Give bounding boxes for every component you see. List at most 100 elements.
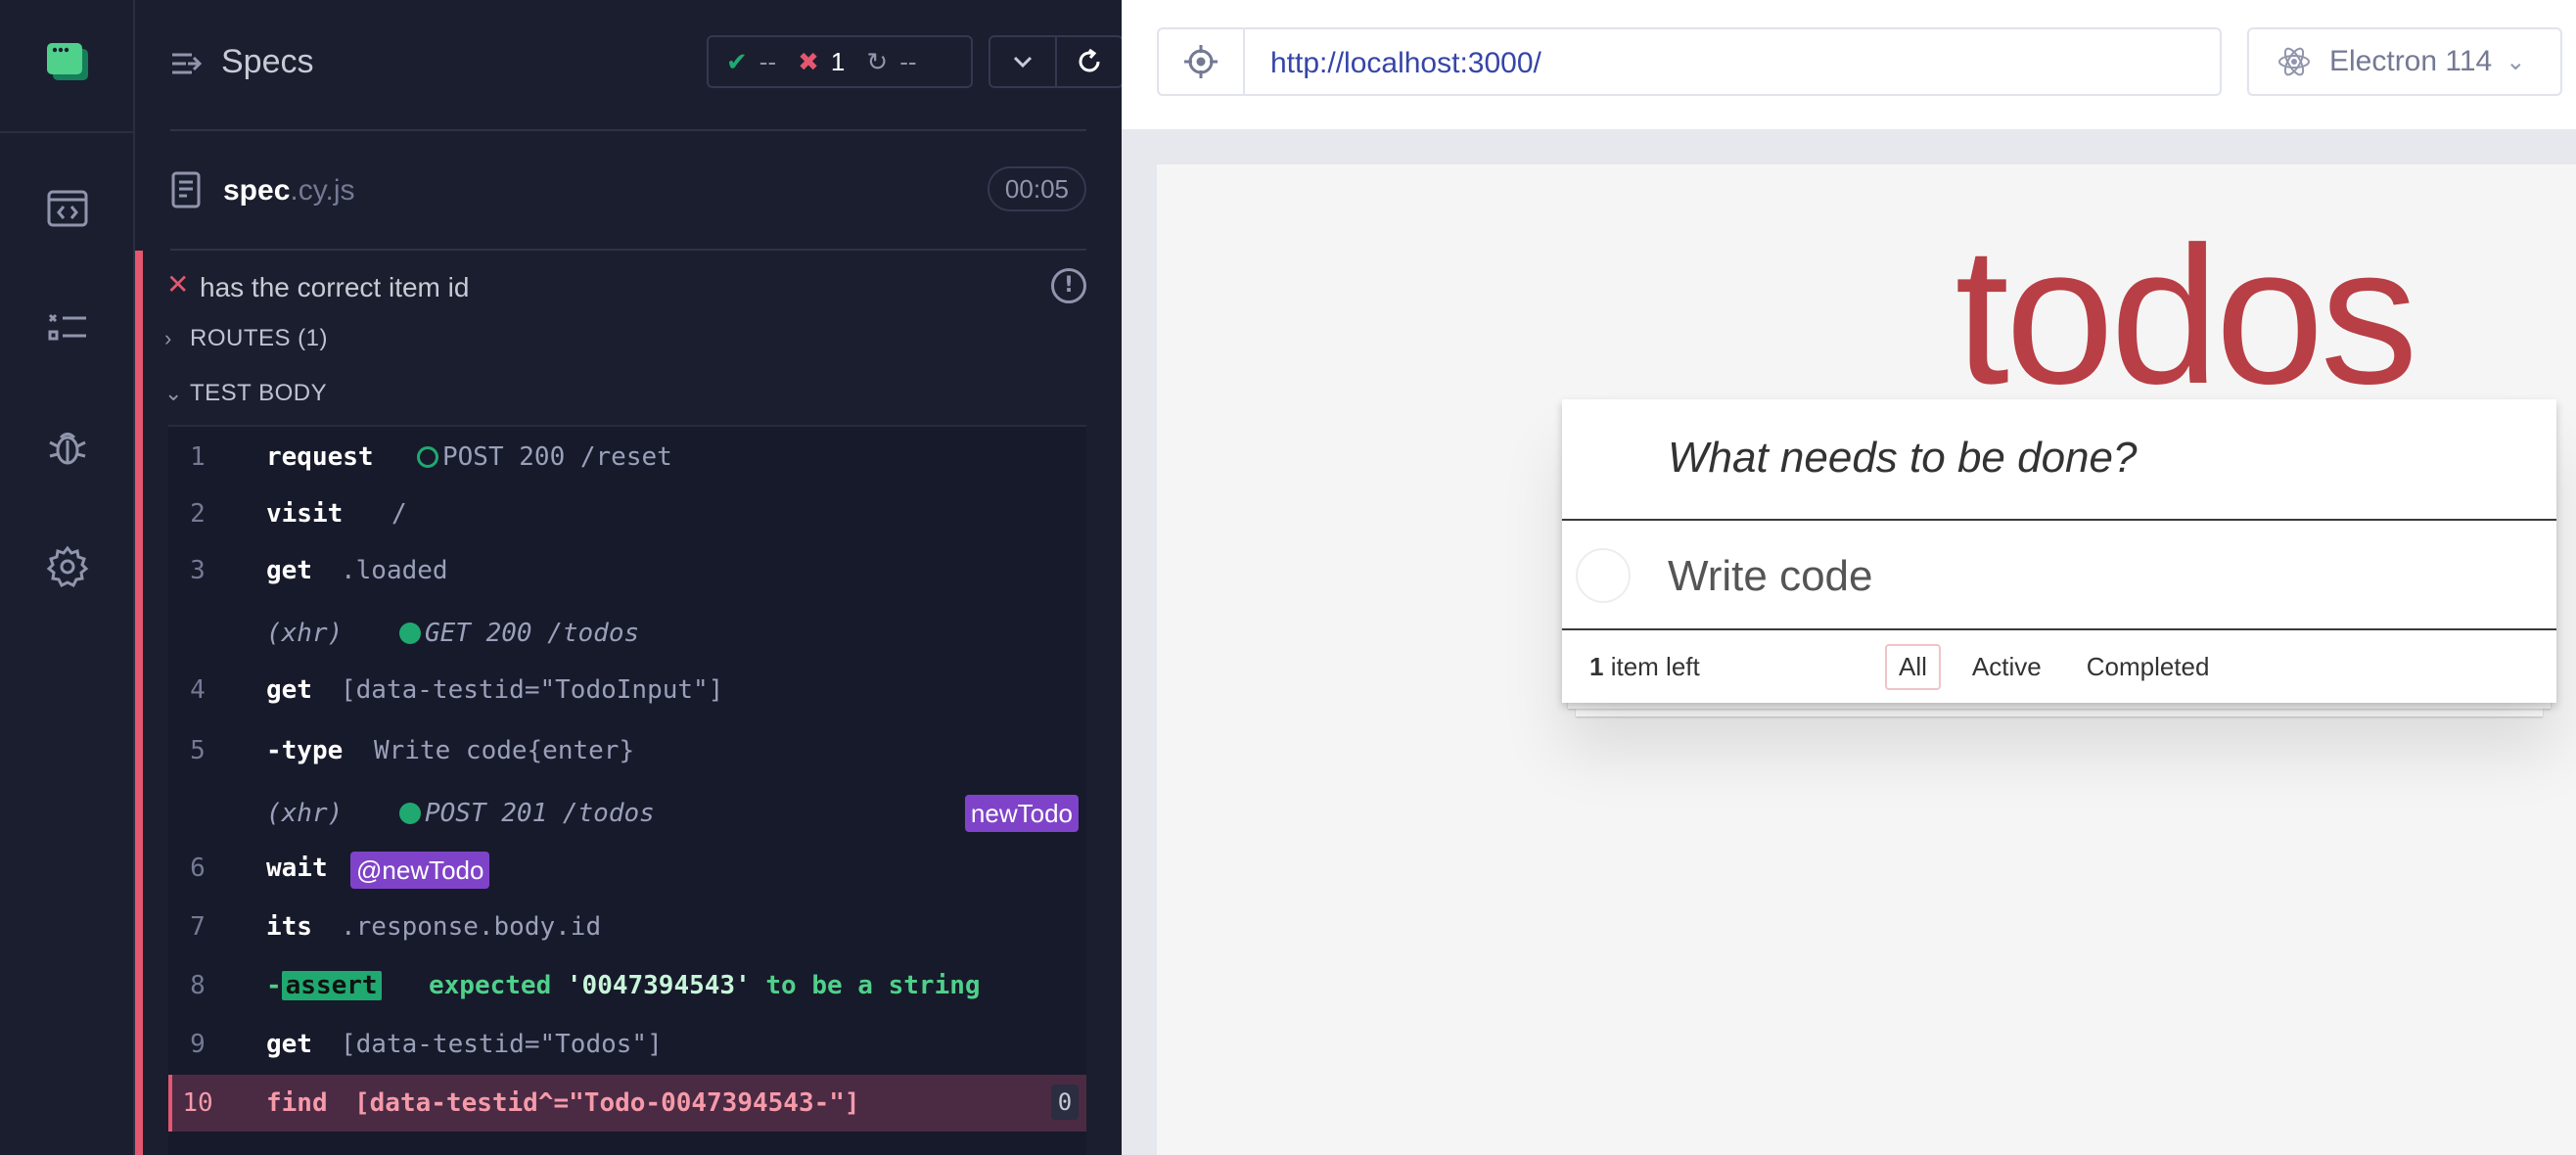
todo-count-suffix: item left	[1610, 652, 1700, 681]
todo-app-title: todos	[1955, 207, 2417, 425]
routes-section[interactable]: › ROUTES (1)	[164, 319, 328, 358]
runner-controls	[989, 35, 1124, 88]
spec-base: spec	[223, 174, 291, 207]
spinner-icon: ↻	[866, 46, 889, 76]
command-message: .loaded	[341, 556, 448, 585]
header-divider	[170, 129, 1086, 131]
command-name: request	[266, 442, 374, 472]
xhr-label: (xhr)	[266, 799, 344, 828]
document-icon	[171, 171, 201, 208]
routes-label: ROUTES (1)	[190, 325, 329, 351]
aut-viewport: todos Write code 1 item left All Active …	[1157, 164, 2576, 1155]
gear-icon	[46, 545, 89, 588]
new-todo-input[interactable]	[1668, 429, 2529, 487]
command-row[interactable]: 5 -type Write code{enter}	[168, 722, 1086, 779]
element-count-badge: 0	[1051, 1085, 1079, 1120]
test-stats: ✔ -- ✖ 1 ↻ --	[707, 35, 973, 88]
passed-stat: ✔ --	[726, 47, 776, 77]
todo-toggle-checkbox[interactable]	[1576, 548, 1631, 603]
request-status-icon	[417, 446, 438, 468]
collapse-button[interactable]	[990, 37, 1055, 86]
command-row[interactable]: 3 get .loaded	[168, 542, 1086, 599]
url-text[interactable]: http://localhost:3000/	[1270, 47, 1541, 80]
nav-runs-button[interactable]	[43, 303, 92, 352]
nav-specs-button[interactable]	[43, 184, 92, 233]
alias-badge: newTodo	[964, 795, 1079, 832]
command-number: 3	[190, 556, 206, 585]
spec-filename[interactable]: spec.cy.js	[223, 174, 355, 208]
command-name: its	[266, 912, 312, 942]
assert-name: - assert	[266, 971, 382, 1000]
nav-debug-button[interactable]	[43, 423, 92, 472]
failed-command-row[interactable]: 10 find [data-testid^="Todo-0047394543-"…	[168, 1075, 1086, 1132]
todo-item-label[interactable]: Write code	[1668, 552, 1873, 601]
spec-ext: .cy.js	[290, 174, 355, 207]
chevron-down-icon	[1013, 56, 1033, 69]
alert-circle-icon[interactable]: !	[1051, 268, 1086, 303]
xhr-status-icon	[399, 623, 421, 644]
side-nav	[0, 0, 135, 1155]
command-number: 1	[190, 442, 206, 472]
command-name: get	[266, 556, 312, 585]
specs-list-icon[interactable]	[170, 47, 204, 80]
nav-settings-button[interactable]	[43, 542, 92, 591]
restart-button[interactable]	[1055, 37, 1122, 86]
filter-active[interactable]: Active	[1958, 644, 2055, 690]
command-name: wait	[266, 854, 328, 883]
chevron-down-icon: ⌄	[2506, 48, 2526, 75]
failed-indicator	[135, 251, 143, 1155]
command-number: 10	[182, 1088, 213, 1118]
command-name: get	[266, 675, 312, 705]
reporter-panel: Specs ✔ -- ✖ 1 ↻ -- spec.cy.js 00:05 ✕ h…	[135, 0, 1124, 1155]
code-window-icon	[47, 190, 88, 227]
new-todo-row	[1562, 399, 2556, 521]
aut-toolbar: http://localhost:3000/ Electron 114 ⌄	[1122, 0, 2576, 129]
command-row[interactable]: 6 wait @newTodo	[168, 840, 1086, 897]
command-number: 2	[190, 499, 206, 529]
xhr-row[interactable]: (xhr) GET 200 /todos	[168, 605, 1086, 662]
command-row[interactable]: 9 get [data-testid="Todos"]	[168, 1016, 1086, 1073]
command-message: [data-testid^="Todo-0047394543-"]	[354, 1088, 860, 1118]
todo-stack-shadow	[1576, 709, 2543, 716]
todo-filters: All Active Completed	[1885, 644, 2223, 690]
xhr-status-icon	[399, 803, 421, 824]
todo-count: 1 item left	[1589, 652, 1700, 682]
xhr-label: (xhr)	[266, 619, 344, 648]
cross-icon: ✖	[798, 46, 819, 76]
alias-badge: @newTodo	[350, 852, 490, 889]
assert-badge: assert	[281, 971, 382, 1000]
command-name: -type	[266, 736, 344, 765]
assert-message: expected '0047394543' to be a string	[429, 971, 981, 1000]
browser-name: Electron 114	[2329, 45, 2493, 77]
test-body-section[interactable]: ⌄ TEST BODY	[164, 374, 327, 413]
filter-completed[interactable]: Completed	[2073, 644, 2224, 690]
nav-divider	[0, 131, 135, 133]
passed-count: --	[759, 46, 777, 76]
chevron-down-icon: ⌄	[164, 381, 183, 405]
browser-selector[interactable]: Electron 114 ⌄	[2247, 27, 2562, 96]
spec-row: spec.cy.js 00:05	[170, 157, 1086, 225]
specs-title[interactable]: Specs	[221, 43, 314, 81]
assert-row[interactable]: 8 - assert expected '0047394543' to be a …	[168, 957, 1086, 1014]
app-under-test-panel: http://localhost:3000/ Electron 114 ⌄ to…	[1122, 0, 2576, 1155]
bug-icon	[49, 433, 86, 465]
test-block: ✕ has the correct item id ! › ROUTES (1)…	[135, 251, 1122, 1155]
command-name: visit	[266, 499, 344, 529]
command-number: 5	[190, 736, 206, 765]
command-row[interactable]: 4 get [data-testid="TodoInput"]	[168, 662, 1086, 718]
command-row[interactable]: 2 visit /	[168, 485, 1086, 542]
todo-item[interactable]: Write code	[1562, 521, 2556, 630]
command-name: find	[266, 1088, 328, 1118]
command-row[interactable]: 7 its .response.body.id	[168, 899, 1086, 955]
pending-count: --	[899, 46, 917, 76]
checklist-icon	[48, 313, 86, 341]
restart-icon	[1079, 48, 1100, 72]
filter-all[interactable]: All	[1885, 644, 1941, 690]
xhr-row[interactable]: (xhr) POST 201 /todos newTodo	[168, 785, 1086, 842]
selector-playground-button[interactable]	[1159, 29, 1245, 94]
command-number: 4	[190, 675, 206, 705]
test-body-label: TEST BODY	[190, 380, 328, 406]
test-title-row[interactable]: ✕ has the correct item id !	[166, 264, 1086, 309]
command-number: 8	[190, 971, 206, 1000]
command-row[interactable]: 1 request POST 200 /reset	[168, 429, 1086, 485]
